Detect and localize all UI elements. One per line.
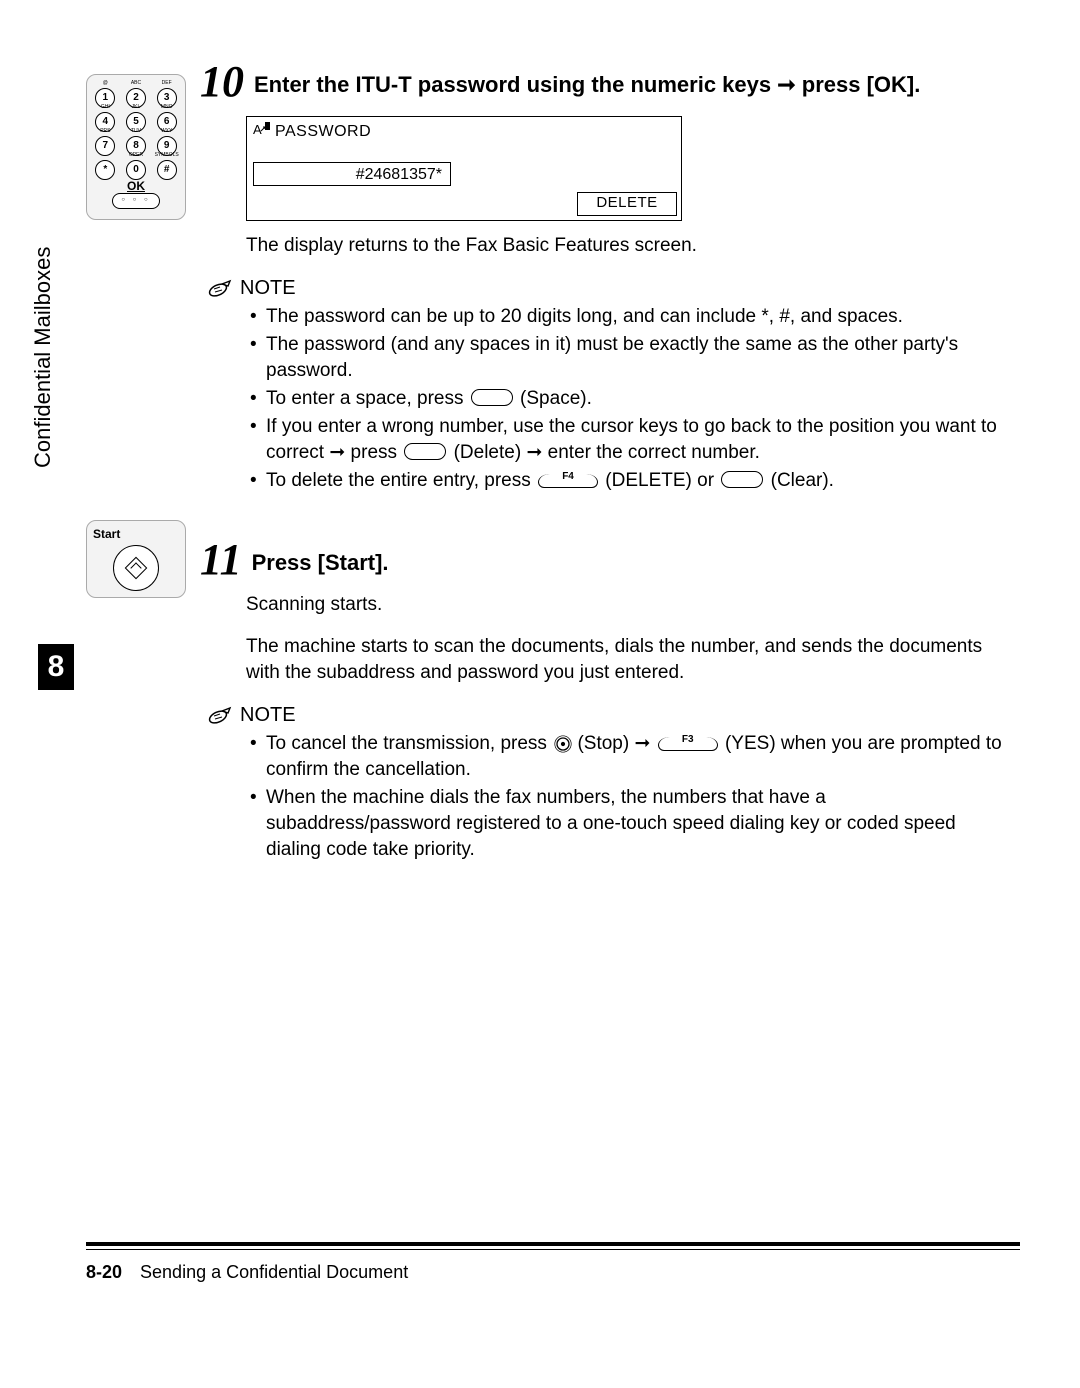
- note-header-1: NOTE: [208, 277, 1010, 300]
- kp-sub: GHI: [91, 105, 120, 111]
- note-item: To enter a space, press (Space).: [250, 386, 1010, 412]
- note-text: (Space).: [515, 388, 592, 409]
- chapter-title-text: Confidential Mailboxes: [30, 247, 55, 468]
- note-item: The password can be up to 20 digits long…: [250, 304, 1010, 330]
- chapter-number: 8: [48, 650, 65, 683]
- f3-key-icon: [658, 737, 718, 751]
- note-label: NOTE: [240, 277, 296, 300]
- start-illustration: Start: [86, 520, 186, 598]
- note-item: To delete the entire entry, press (DELET…: [250, 468, 1010, 494]
- note-list-1: The password can be up to 20 digits long…: [250, 304, 1010, 494]
- arrow-icon: ➞: [777, 72, 795, 97]
- pill-button-icon: [471, 389, 513, 406]
- ok-button-illustration: ○ ○ ○: [112, 193, 160, 209]
- step-11-number: 11: [200, 540, 242, 580]
- lcd-screen: A PASSWORD #24681357* DELETE: [246, 116, 682, 221]
- kp-sub: MNO: [152, 105, 181, 111]
- step-10-heading: Enter the ITU-T password using the numer…: [254, 62, 920, 100]
- arrow-icon: ➞: [526, 442, 542, 463]
- kp-sub: JKL: [122, 105, 151, 111]
- keypad-illustration: @1 ABC2 DEF3 GHI4 JKL5 MNO6 PRS7 TUV8 WX…: [86, 74, 186, 220]
- f4-key-icon: [538, 474, 598, 488]
- note-icon: [208, 706, 232, 726]
- footer-title: Sending a Confidential Document: [140, 1262, 408, 1282]
- step-10-number: 10: [200, 62, 244, 102]
- arrow-icon: ➞: [329, 442, 345, 463]
- note-text: press: [345, 442, 402, 463]
- chapter-number-box: 8: [38, 644, 74, 690]
- pill-button-icon: [721, 471, 763, 488]
- start-button-circle: [113, 545, 159, 591]
- note-list-2: To cancel the transmission, press (Stop)…: [250, 731, 1010, 863]
- footer-rule: [86, 1242, 1020, 1250]
- main-content: 10 Enter the ITU-T password using the nu…: [200, 62, 1010, 865]
- note-text: To cancel the transmission, press: [266, 733, 552, 754]
- svg-text:A: A: [253, 122, 262, 137]
- kp-sub: [91, 153, 120, 159]
- note-item: When the machine dials the fax numbers, …: [250, 785, 1010, 863]
- note-item: To cancel the transmission, press (Stop)…: [250, 731, 1010, 783]
- chapter-title-vertical: Confidential Mailboxes: [30, 228, 60, 468]
- keypad-grid: @1 ABC2 DEF3 GHI4 JKL5 MNO6 PRS7 TUV8 WX…: [91, 81, 181, 177]
- lcd-delete-button: DELETE: [577, 192, 677, 216]
- kp-sub: @: [91, 81, 120, 87]
- note-text: (DELETE) or: [600, 470, 719, 491]
- kp-key-0: 0: [126, 160, 146, 180]
- kp-sub: PRS: [91, 129, 120, 135]
- kp-key-star: *: [95, 160, 115, 180]
- footer: 8-20 Sending a Confidential Document: [86, 1262, 408, 1283]
- text-entry-icon: A: [253, 121, 271, 142]
- note-text: To delete the entire entry, press: [266, 470, 536, 491]
- note-text: enter the correct number.: [542, 442, 760, 463]
- lcd-title-row: A PASSWORD: [253, 121, 675, 142]
- note-text: (Delete): [448, 442, 526, 463]
- kp-sub: SYMBOLS: [152, 153, 181, 159]
- step-11-heading: Press [Start].: [252, 540, 389, 578]
- lcd-title: PASSWORD: [275, 123, 371, 141]
- step-11-body2: The machine starts to scan the documents…: [246, 634, 1010, 686]
- note-text: (Clear).: [765, 470, 834, 491]
- kp-key-hash: #: [157, 160, 177, 180]
- kp-sub: ABC: [122, 81, 151, 87]
- step-10-caption: The display returns to the Fax Basic Fea…: [246, 233, 1010, 259]
- ok-label: OK: [91, 179, 181, 193]
- note-item: The password (and any spaces in it) must…: [250, 332, 1010, 384]
- arrow-icon: ➞: [635, 733, 651, 754]
- step-10: 10 Enter the ITU-T password using the nu…: [200, 62, 1010, 102]
- step-11: 11 Press [Start].: [200, 540, 1010, 580]
- page: Confidential Mailboxes 8 @1 ABC2 DEF3 GH…: [0, 0, 1080, 1388]
- note-text: To enter a space, press: [266, 388, 469, 409]
- step-10-title-b: press [OK].: [796, 72, 921, 97]
- kp-sub: OPER: [122, 153, 151, 159]
- kp-sub: WXY: [152, 129, 181, 135]
- start-label: Start: [93, 527, 179, 541]
- note-label: NOTE: [240, 704, 296, 727]
- note-text: (Stop): [572, 733, 634, 754]
- note-icon: [208, 279, 232, 299]
- kp-sub: DEF: [152, 81, 181, 87]
- note-header-2: NOTE: [208, 704, 1010, 727]
- step-10-title-a: Enter the ITU-T password using the numer…: [254, 72, 777, 97]
- pill-button-icon: [404, 443, 446, 460]
- kp-sub: TUV: [122, 129, 151, 135]
- note-item: If you enter a wrong number, use the cur…: [250, 414, 1010, 466]
- stop-icon: [554, 735, 570, 751]
- step-11-block: 11 Press [Start]. Scanning starts. The m…: [200, 540, 1010, 863]
- start-diamond-icon: [125, 557, 148, 580]
- footer-page-number: 8-20: [86, 1262, 122, 1282]
- step-11-body1: Scanning starts.: [246, 592, 1010, 618]
- lcd-input-value: #24681357*: [253, 162, 451, 186]
